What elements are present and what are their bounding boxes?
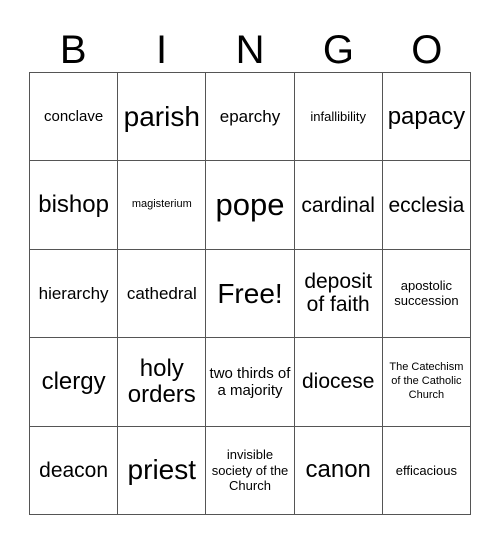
bingo-cell[interactable]: infallibility bbox=[294, 73, 383, 162]
bingo-cell-label: eparchy bbox=[219, 107, 281, 126]
bingo-cell-label: bishop bbox=[38, 191, 109, 219]
bingo-cell[interactable]: eparchy bbox=[206, 73, 295, 162]
bingo-cell[interactable]: The Catechism of the Catholic Church bbox=[382, 338, 471, 427]
bingo-cell-label: priest bbox=[127, 454, 197, 486]
bingo-cell[interactable]: cardinal bbox=[294, 161, 383, 250]
bingo-cell[interactable]: magisterium bbox=[118, 161, 207, 250]
bingo-cell[interactable]: diocese bbox=[294, 338, 383, 427]
bingo-cell[interactable]: papacy bbox=[382, 73, 471, 162]
bingo-cell[interactable]: holy orders bbox=[118, 338, 207, 427]
bingo-cell[interactable]: conclave bbox=[30, 73, 119, 162]
bingo-header: B I N G O bbox=[29, 16, 471, 72]
bingo-cell-label: parish bbox=[123, 100, 200, 132]
bingo-cell-label: pope bbox=[215, 186, 285, 222]
bingo-cell-label: Free! bbox=[217, 277, 283, 309]
bingo-grid: conclave parish eparchy infallibility papacy… bbox=[29, 72, 471, 515]
bingo-header-letter-b: B bbox=[59, 28, 87, 72]
bingo-cell[interactable]: priest bbox=[118, 426, 207, 515]
bingo-cell-label: deacon bbox=[39, 458, 109, 482]
bingo-cell-label: hierarchy bbox=[38, 283, 109, 303]
bingo-cell-label: infallibility bbox=[310, 109, 367, 125]
bingo-header-letter-i: I bbox=[156, 28, 168, 72]
bingo-cell-label: deposit of faith bbox=[304, 270, 373, 317]
bingo-cell[interactable]: pope bbox=[206, 161, 295, 250]
bingo-cell[interactable]: deposit of faith bbox=[294, 249, 383, 339]
bingo-cell-label: The Catechism of the Catholic Church bbox=[389, 361, 464, 401]
bingo-cell-label: magisterium bbox=[131, 198, 192, 211]
bingo-cell-label: holy orders bbox=[127, 354, 196, 408]
bingo-cell-label: apostolic succession bbox=[394, 278, 459, 309]
bingo-header-letter-o: O bbox=[411, 28, 443, 72]
bingo-cell[interactable]: hierarchy bbox=[30, 249, 119, 339]
bingo-cell[interactable]: invisible society of the Church bbox=[206, 426, 295, 515]
bingo-cell[interactable]: two thirds of a majority bbox=[206, 338, 295, 427]
bingo-cell[interactable]: ecclesia bbox=[382, 161, 471, 250]
bingo-cell[interactable]: bishop bbox=[30, 161, 119, 250]
bingo-cell-label: papacy bbox=[387, 102, 466, 130]
bingo-cell[interactable]: clergy bbox=[30, 338, 119, 427]
bingo-cell-label: clergy bbox=[41, 367, 106, 395]
bingo-cell[interactable]: cathedral bbox=[118, 249, 207, 339]
bingo-cell-label: cathedral bbox=[126, 283, 197, 303]
bingo-cell[interactable]: apostolic succession bbox=[382, 249, 471, 339]
bingo-card: B I N G O conclave parish eparchy infallibi… bbox=[0, 0, 500, 544]
bingo-cell-label: conclave bbox=[43, 108, 104, 126]
bingo-cell[interactable]: deacon bbox=[30, 426, 119, 515]
bingo-cell[interactable]: Free! bbox=[206, 249, 295, 339]
bingo-cell-label: invisible society of the Church bbox=[211, 447, 289, 493]
bingo-cell-label: ecclesia bbox=[388, 193, 465, 217]
bingo-cell[interactable]: parish bbox=[118, 73, 207, 162]
bingo-cell-label: efficacious bbox=[395, 462, 457, 478]
bingo-cell[interactable]: canon bbox=[294, 426, 383, 515]
bingo-cell-label: cardinal bbox=[301, 193, 375, 217]
bingo-cell-label: diocese bbox=[302, 370, 375, 394]
bingo-header-letter-n: N bbox=[235, 28, 265, 72]
bingo-header-letter-g: G bbox=[322, 28, 354, 72]
bingo-cell-label: canon bbox=[305, 456, 371, 484]
bingo-cell[interactable]: efficacious bbox=[382, 426, 471, 515]
bingo-cell-label: two thirds of a majority bbox=[209, 364, 291, 399]
